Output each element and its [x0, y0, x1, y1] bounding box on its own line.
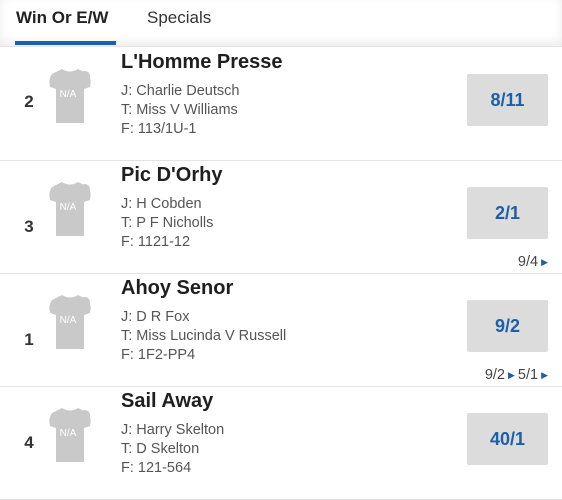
odds-move-arrow-icon: ▶: [541, 369, 548, 380]
trainer-text: T: D Skelton: [121, 441, 200, 457]
jockey-text: J: H Cobden: [121, 196, 202, 212]
horse-name[interactable]: Sail Away: [121, 390, 213, 413]
trainer-text: T: Miss V Williams: [121, 102, 238, 118]
horse-name[interactable]: Ahoy Senor: [121, 277, 233, 300]
jockey-silk-placeholder-icon: N/A: [49, 408, 91, 462]
odds-history: 9/2 ▶ 5/1 ▶: [485, 367, 548, 383]
jockey-silk-placeholder-icon: N/A: [49, 69, 91, 123]
active-tab-indicator: [15, 41, 116, 45]
previous-odds: 9/2: [484, 367, 505, 383]
runner-row: 3 N/A Pic D'Orhy J: H Cobden T: P F Nicholls…: [0, 160, 562, 274]
horse-name[interactable]: Pic D'Orhy: [121, 164, 222, 187]
market-tabs: Win Or E/W Specials: [0, 0, 562, 47]
silk-na-label: N/A: [60, 315, 77, 326]
silk-na-label: N/A: [60, 428, 77, 439]
horse-name[interactable]: L'Homme Presse: [121, 51, 283, 74]
runner-row: 1 N/A Ahoy Senor J: D R Fox T: Miss Lucinda …: [0, 273, 562, 387]
runner-number: 1: [24, 330, 34, 349]
form-text: F: 1F2-PP4: [121, 347, 196, 363]
runner-number: 2: [24, 92, 34, 111]
runner-row: 4 N/A Sail Away J: Harry Skelton T: D Skelto…: [0, 386, 562, 500]
jockey-text: J: Harry Skelton: [121, 422, 225, 438]
jockey-text: J: Charlie Deutsch: [121, 83, 240, 99]
previous-odds: 9/4: [517, 254, 539, 270]
odds-history: 9/4 ▶: [518, 254, 548, 270]
form-text: F: 1121-12: [121, 234, 191, 250]
form-text: F: 113/1U-1: [121, 121, 197, 137]
odds-button[interactable]: 2/1: [467, 187, 548, 239]
odds-button[interactable]: 9/2: [467, 300, 548, 352]
odds-button[interactable]: 8/11: [467, 74, 548, 126]
jockey-text: J: D R Fox: [121, 309, 190, 325]
tab-specials[interactable]: Specials: [147, 8, 211, 28]
tab-win-or-ew[interactable]: Win Or E/W: [16, 8, 108, 28]
silk-na-label: N/A: [60, 89, 77, 100]
previous-odds: 5/1: [517, 367, 539, 383]
form-text: F: 121-564: [121, 460, 192, 476]
runner-row: 2 N/A L'Homme Presse J: Charlie Deutsch T: M…: [0, 47, 562, 161]
jockey-silk-placeholder-icon: N/A: [49, 295, 91, 349]
jockey-silk-placeholder-icon: N/A: [49, 182, 91, 236]
runner-number: 3: [24, 217, 34, 236]
trainer-text: T: Miss Lucinda V Russell: [121, 328, 287, 344]
odds-move-arrow-icon: ▶: [541, 256, 548, 267]
trainer-text: T: P F Nicholls: [121, 215, 214, 231]
odds-move-arrow-icon: ▶: [507, 369, 515, 380]
odds-button[interactable]: 40/1: [467, 413, 548, 465]
runner-number: 4: [24, 433, 34, 452]
silk-na-label: N/A: [60, 202, 77, 213]
